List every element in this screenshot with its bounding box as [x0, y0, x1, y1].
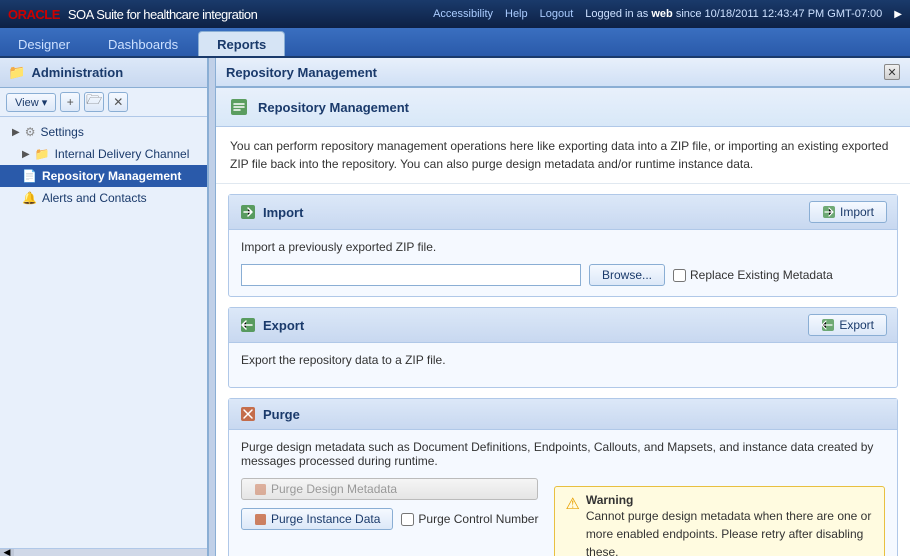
warning-area: ⚠ Warning Cannot purge design metadata w…: [554, 478, 885, 556]
warning-text: Cannot purge design metadata when there …: [586, 507, 874, 556]
panel-title: Repository Management: [226, 65, 377, 80]
tab-designer[interactable]: Designer: [0, 32, 88, 56]
purge-design-button[interactable]: Purge Design Metadata: [241, 478, 538, 500]
sidebar-item-settings[interactable]: ▶ ⚙ Settings: [0, 121, 207, 143]
export-button[interactable]: Export: [808, 314, 887, 336]
topbar-left: ORACLESOA Suite for healthcare integrati…: [8, 7, 257, 22]
panel-header: Repository Management ✕: [216, 58, 910, 88]
import-button[interactable]: Import: [809, 201, 887, 223]
warning-content: Warning Cannot purge design metadata whe…: [586, 493, 874, 556]
accessibility-link[interactable]: Accessibility: [433, 8, 493, 20]
purge-instance-row: Purge Instance Data Purge Control Number: [241, 508, 538, 530]
tab-dashboards[interactable]: Dashboards: [90, 32, 196, 56]
panel-splitter[interactable]: [208, 58, 216, 556]
export-title-row: Export: [239, 316, 304, 334]
folder-icon-delivery: 📁: [35, 147, 50, 161]
scroll-arrow-left[interactable]: ◀: [0, 549, 14, 556]
admin-folder-icon: 📁: [8, 64, 25, 81]
sidebar-item-delivery-channel[interactable]: ▶ 📁 Internal Delivery Channel: [0, 143, 207, 165]
add-button[interactable]: +: [60, 92, 80, 112]
export-body: Export the repository data to a ZIP file…: [229, 343, 897, 387]
purge-description: Purge design metadata such as Document D…: [241, 440, 885, 468]
import-body: Import a previously exported ZIP file. B…: [229, 230, 897, 296]
import-section-header: Import Import: [229, 195, 897, 230]
repo-management-header: Repository Management: [216, 88, 910, 127]
purge-section: Purge Purge design metadata such as Docu…: [228, 398, 898, 556]
export-icon: [239, 316, 257, 334]
export-title: Export: [263, 318, 304, 333]
logout-link[interactable]: Logout: [540, 8, 574, 20]
purge-body: Purge design metadata such as Document D…: [229, 430, 897, 556]
arrow-icon-delivery: ▶: [22, 149, 30, 160]
purge-section-header: Purge: [229, 399, 897, 430]
import-section: Import Import Import a previously export…: [228, 194, 898, 297]
right-panel: Repository Management ✕ Repository Manag…: [216, 58, 910, 556]
export-section-header: Export Export: [229, 308, 897, 343]
settings-icon: ⚙: [25, 125, 36, 139]
purge-icon: [239, 405, 257, 423]
purge-instance-icon: [254, 513, 267, 526]
import-title-row: Import: [239, 203, 303, 221]
repo-management-label: Repository Management: [42, 169, 181, 183]
delivery-channel-label: Internal Delivery Channel: [55, 147, 190, 161]
folder-button[interactable]: 🗁: [84, 92, 104, 112]
import-btn-icon: [822, 205, 836, 219]
import-row: Browse... Replace Existing Metadata: [241, 264, 885, 286]
export-description: Export the repository data to a ZIP file…: [241, 353, 885, 367]
warning-title: Warning: [586, 493, 874, 507]
admin-header: 📁 Administration: [0, 58, 207, 88]
replace-metadata-label: Replace Existing Metadata: [673, 268, 833, 282]
arrow-icon: ▶: [12, 127, 20, 138]
tab-reports[interactable]: Reports: [198, 31, 285, 56]
import-description: Import a previously exported ZIP file.: [241, 240, 885, 254]
main-layout: 📁 Administration View ▾ + 🗁 ✕ ▶ ⚙ Settin…: [0, 58, 910, 556]
purge-buttons-area: Purge Design Metadata Purge Instance Dat…: [241, 478, 538, 530]
logged-in-info: Logged in as web since 10/18/2011 12:43:…: [585, 8, 882, 20]
warning-box: ⚠ Warning Cannot purge design metadata w…: [554, 486, 885, 556]
topbar: ORACLESOA Suite for healthcare integrati…: [0, 0, 910, 28]
import-title: Import: [263, 205, 303, 220]
purge-row: Purge Design Metadata Purge Instance Dat…: [241, 478, 885, 556]
alerts-icon: 🔔: [22, 191, 37, 205]
scroll-right-icon: ▶: [894, 9, 902, 20]
logged-in-user: web: [651, 8, 672, 20]
purge-control-checkbox[interactable]: [401, 513, 414, 526]
repo-icon: 📄: [22, 169, 37, 183]
repo-management-title: Repository Management: [258, 100, 409, 115]
view-button[interactable]: View ▾: [6, 93, 56, 112]
product-title: SOA Suite for healthcare integration: [68, 7, 257, 22]
repo-header-icon: [228, 96, 250, 118]
left-panel: 📁 Administration View ▾ + 🗁 ✕ ▶ ⚙ Settin…: [0, 58, 208, 556]
repo-management-description: You can perform repository management op…: [216, 127, 910, 184]
settings-label: Settings: [40, 125, 83, 139]
sidebar-toolbar: View ▾ + 🗁 ✕: [0, 88, 207, 117]
import-icon: [239, 203, 257, 221]
sidebar-item-repository-management[interactable]: 📄 Repository Management: [0, 165, 207, 187]
purge-design-icon: [254, 483, 267, 496]
help-link[interactable]: Help: [505, 8, 528, 20]
horizontal-scrollbar[interactable]: ◀: [0, 548, 207, 556]
purge-control-label: Purge Control Number: [401, 512, 538, 526]
browse-button[interactable]: Browse...: [589, 264, 665, 286]
export-section: Export Export Export the repository data…: [228, 307, 898, 388]
export-btn-icon: [821, 318, 835, 332]
oracle-logo: ORACLESOA Suite for healthcare integrati…: [8, 7, 257, 22]
purge-title: Purge: [263, 407, 300, 422]
sidebar-tree: ▶ ⚙ Settings ▶ 📁 Internal Delivery Chann…: [0, 117, 207, 548]
import-file-input[interactable]: [241, 264, 581, 286]
purge-title-row: Purge: [239, 405, 300, 423]
topbar-right: Accessibility Help Logout Logged in as w…: [433, 8, 902, 20]
sidebar-item-alerts-contacts[interactable]: 🔔 Alerts and Contacts: [0, 187, 207, 209]
warning-icon: ⚠: [565, 494, 579, 514]
content-area: Repository Management You can perform re…: [216, 88, 910, 556]
replace-metadata-checkbox[interactable]: [673, 269, 686, 282]
purge-instance-button[interactable]: Purge Instance Data: [241, 508, 393, 530]
alerts-contacts-label: Alerts and Contacts: [42, 191, 147, 205]
close-button[interactable]: ✕: [884, 64, 900, 80]
delete-button[interactable]: ✕: [108, 92, 128, 112]
tabbar: Designer Dashboards Reports: [0, 28, 910, 58]
admin-title: Administration: [31, 65, 123, 80]
